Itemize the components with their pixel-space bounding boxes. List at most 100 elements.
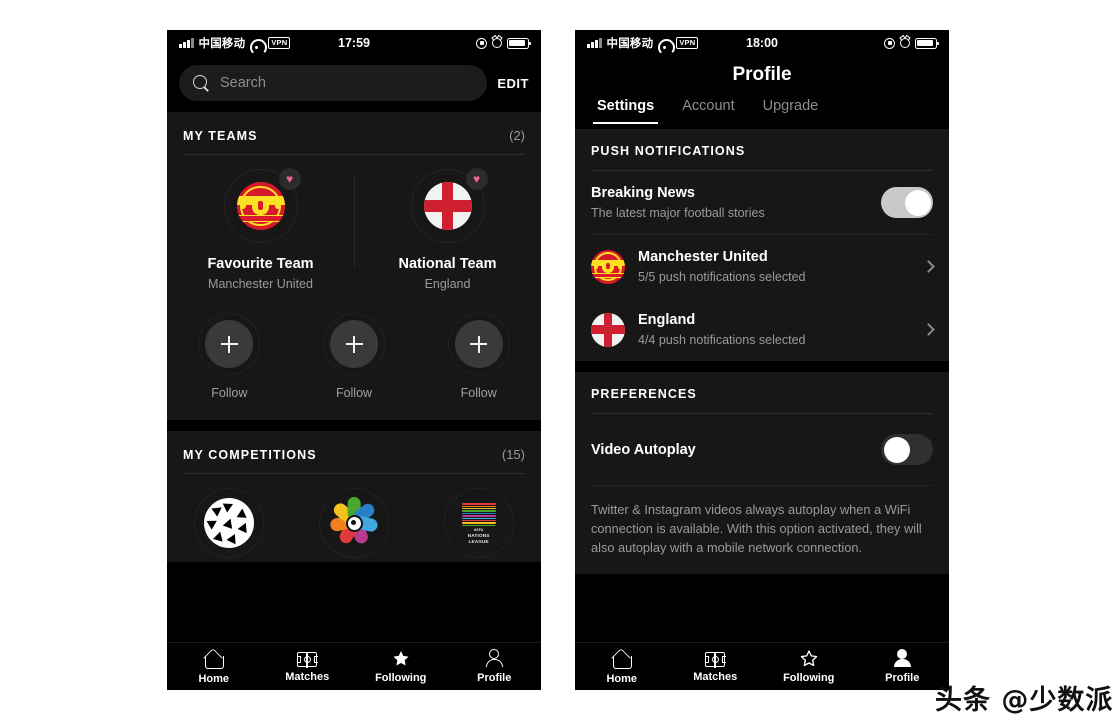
video-autoplay-toggle[interactable] [881, 434, 933, 465]
team-row-text: England 4/4 push notifications selected [638, 312, 911, 347]
follow-label: Follow [211, 386, 247, 400]
battery-icon [507, 38, 529, 49]
tab-label: Matches [693, 671, 737, 683]
national-team-crest-wrap: ♥ [411, 169, 485, 243]
competition-ring: UEFA NATIONS LEAGUE [444, 488, 514, 558]
competition-item[interactable]: UEFA NATIONS LEAGUE [416, 488, 541, 558]
preferences-section: PREFERENCES Video Autoplay Twitter & Ins… [575, 372, 949, 574]
tab-settings[interactable]: Settings [597, 98, 654, 124]
tab-label: Home [198, 673, 229, 685]
phone-screen-profile: 中国移动 VPN 18:00 Profile Settings Account … [575, 30, 949, 690]
my-teams-title: MY TEAMS [183, 129, 258, 143]
tab-label: Following [783, 672, 834, 684]
phone-screen-following: 中国移动 VPN 17:59 Search EDIT MY TEAMS (2) [167, 30, 541, 690]
vpn-badge: VPN [676, 37, 698, 49]
search-row: Search EDIT [167, 56, 541, 112]
team-name: England [638, 312, 911, 328]
home-icon [203, 649, 224, 669]
chevron-right-icon [922, 260, 935, 273]
pitch-icon [705, 652, 725, 667]
competition-ring [319, 488, 389, 558]
team-notification-row[interactable]: Manchester United 5/5 push notifications… [575, 235, 949, 298]
follow-slot[interactable]: Follow [167, 313, 292, 400]
section-gap [167, 420, 541, 431]
tab-label: Following [375, 672, 426, 684]
national-team-name: England [425, 277, 471, 291]
competition-item[interactable] [292, 488, 417, 558]
follow-ring [448, 313, 510, 375]
breaking-news-toggle[interactable] [881, 187, 933, 218]
plus-icon [455, 320, 503, 368]
tab-label: Matches [285, 671, 329, 683]
tab-label: Home [606, 673, 637, 685]
team-notification-detail: 5/5 push notifications selected [638, 270, 911, 284]
follow-ring [198, 313, 260, 375]
competition-item[interactable] [167, 488, 292, 558]
alarm-clock-icon [900, 38, 910, 48]
competition-ring [194, 488, 264, 558]
follow-slot[interactable]: Follow [292, 313, 417, 400]
wifi-icon [658, 38, 671, 49]
favourite-team-name: Manchester United [208, 277, 313, 291]
england-flag-crest [591, 313, 625, 347]
tab-home[interactable]: Home [167, 649, 261, 685]
my-competitions-header: MY COMPETITIONS (15) [167, 431, 541, 462]
push-notifications-title: PUSH NOTIFICATIONS [575, 129, 949, 158]
chevron-right-icon [922, 323, 935, 336]
person-outline-icon [485, 649, 503, 668]
team-name: Manchester United [638, 249, 911, 265]
national-team-label: National Team [398, 256, 496, 272]
tab-upgrade[interactable]: Upgrade [763, 98, 819, 124]
heart-icon[interactable]: ♥ [466, 168, 488, 190]
search-input[interactable]: Search [179, 65, 487, 101]
alarm-clock-icon [492, 38, 502, 48]
breaking-news-row[interactable]: Breaking News The latest major football … [575, 171, 949, 234]
status-bar-right-group [476, 38, 529, 49]
rotation-lock-icon [884, 38, 895, 49]
heart-icon[interactable]: ♥ [279, 168, 301, 190]
carrier-label: 中国移动 [199, 35, 246, 51]
rotation-lock-icon [476, 38, 487, 49]
person-filled-icon [893, 649, 911, 668]
national-team-cell[interactable]: ♥ National Team England [354, 169, 541, 291]
tab-home[interactable]: Home [575, 649, 669, 685]
follow-slots: Follow Follow Follow [167, 307, 541, 420]
search-placeholder: Search [220, 75, 266, 91]
breaking-news-text: Breaking News The latest major football … [591, 185, 868, 220]
video-autoplay-title: Video Autoplay [591, 442, 868, 458]
star-filled-icon [391, 649, 411, 668]
tab-matches[interactable]: Matches [261, 650, 355, 684]
favourite-team-label: Favourite Team [207, 256, 313, 272]
video-autoplay-row[interactable]: Video Autoplay [575, 414, 949, 485]
tab-matches[interactable]: Matches [669, 650, 763, 684]
uefa-nations-league-logo: UEFA NATIONS LEAGUE [456, 500, 502, 546]
video-autoplay-note: Twitter & Instagram videos always autopl… [575, 486, 949, 574]
team-notification-row[interactable]: England 4/4 push notifications selected [575, 298, 949, 361]
preferences-title: PREFERENCES [575, 372, 949, 401]
cellular-signal-icon [587, 38, 602, 48]
battery-icon [915, 38, 937, 49]
favourite-team-cell[interactable]: ♥ Favourite Team Manchester United [167, 169, 354, 291]
my-competitions-count: (15) [502, 447, 525, 462]
follow-label: Follow [461, 386, 497, 400]
tab-following[interactable]: Following [354, 649, 448, 684]
my-competitions-title: MY COMPETITIONS [183, 448, 317, 462]
follow-ring [323, 313, 385, 375]
manchester-united-crest [591, 250, 625, 284]
unl-label: UEFA NATIONS LEAGUE [468, 528, 490, 544]
tab-profile[interactable]: Profile [448, 649, 542, 684]
favourite-team-crest-wrap: ♥ [224, 169, 298, 243]
wifi-icon [250, 38, 263, 49]
team-row-text: Manchester United 5/5 push notifications… [638, 249, 911, 284]
follow-slot[interactable]: Follow [416, 313, 541, 400]
breaking-news-title: Breaking News [591, 185, 868, 201]
tab-following[interactable]: Following [762, 649, 856, 684]
champions-league-starball-logo [204, 498, 254, 548]
status-bar-left: 中国移动 VPN 17:59 [167, 30, 541, 56]
tab-account[interactable]: Account [682, 98, 734, 124]
tab-label: Profile [477, 672, 511, 684]
laliga-logo [329, 498, 379, 548]
star-outline-icon [799, 649, 819, 668]
status-bar-right-group [884, 38, 937, 49]
edit-button[interactable]: EDIT [497, 76, 529, 91]
